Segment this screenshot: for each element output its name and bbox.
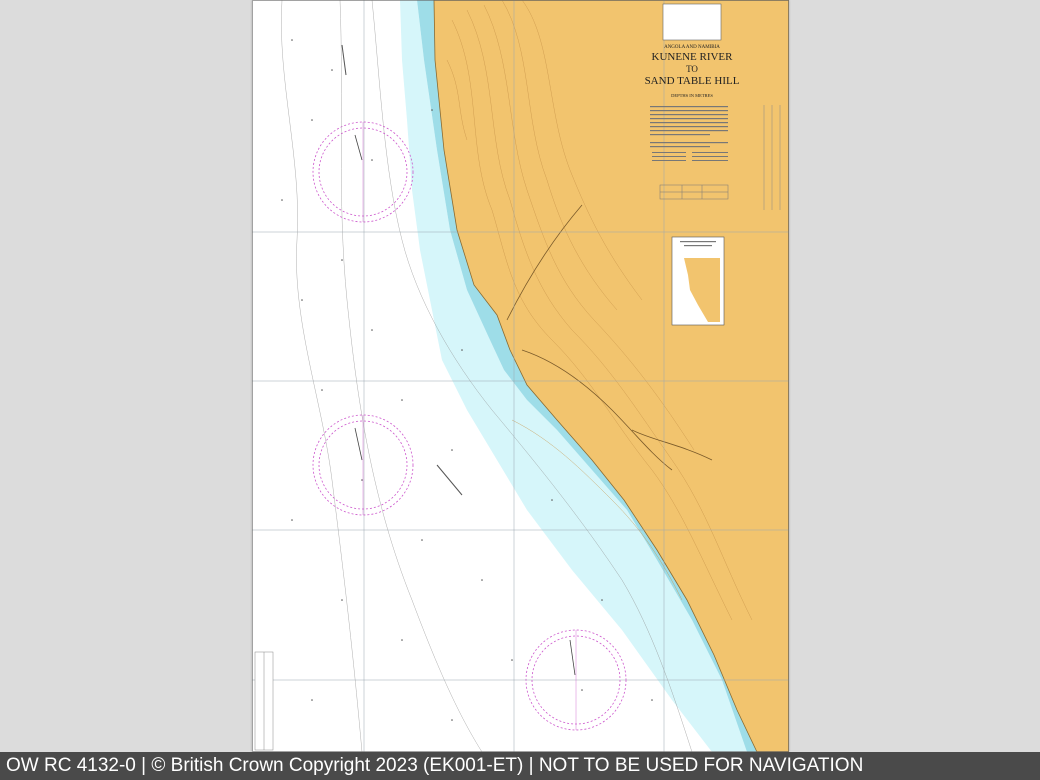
copyright-footer: OW RC 4132-0 | © British Crown Copyright… <box>0 752 1040 780</box>
footer-text: OW RC 4132-0 | © British Crown Copyright… <box>6 755 864 776</box>
depths-caption: DEPTHS IN METRES <box>671 93 713 98</box>
chart-region-label: ANGOLA AND NAMIBIA <box>664 45 720 50</box>
chart-viewer[interactable]: ANGOLA AND NAMIBIA KUNENE RIVER TO SAND … <box>0 0 1040 752</box>
inset-map <box>671 236 725 326</box>
chart-title-line-3: SAND TABLE HILL <box>644 75 740 87</box>
title-box <box>662 3 722 41</box>
chart-title-line-1: KUNENE RIVER <box>651 51 733 63</box>
chart-title-line-2: TO <box>686 64 698 74</box>
nautical-chart-sheet[interactable]: ANGOLA AND NAMIBIA KUNENE RIVER TO SAND … <box>252 0 789 752</box>
scale-bar <box>254 651 274 751</box>
chart-graphic <box>252 0 789 752</box>
